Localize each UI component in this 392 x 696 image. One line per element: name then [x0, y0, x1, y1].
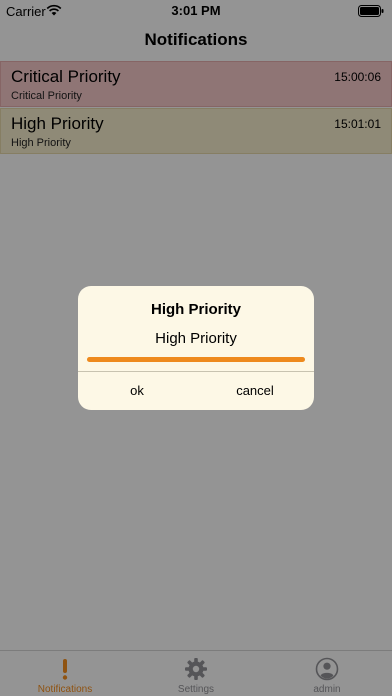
dialog-progress-fill — [87, 357, 305, 362]
cancel-button[interactable]: cancel — [196, 372, 314, 410]
dialog-progress-bar — [87, 357, 305, 362]
dialog-title: High Priority — [150, 301, 241, 318]
alert-dialog: High Priority High Priority ok cancel — [78, 286, 314, 410]
ok-button[interactable]: ok — [78, 372, 196, 410]
dialog-message: High Priority — [155, 330, 237, 347]
